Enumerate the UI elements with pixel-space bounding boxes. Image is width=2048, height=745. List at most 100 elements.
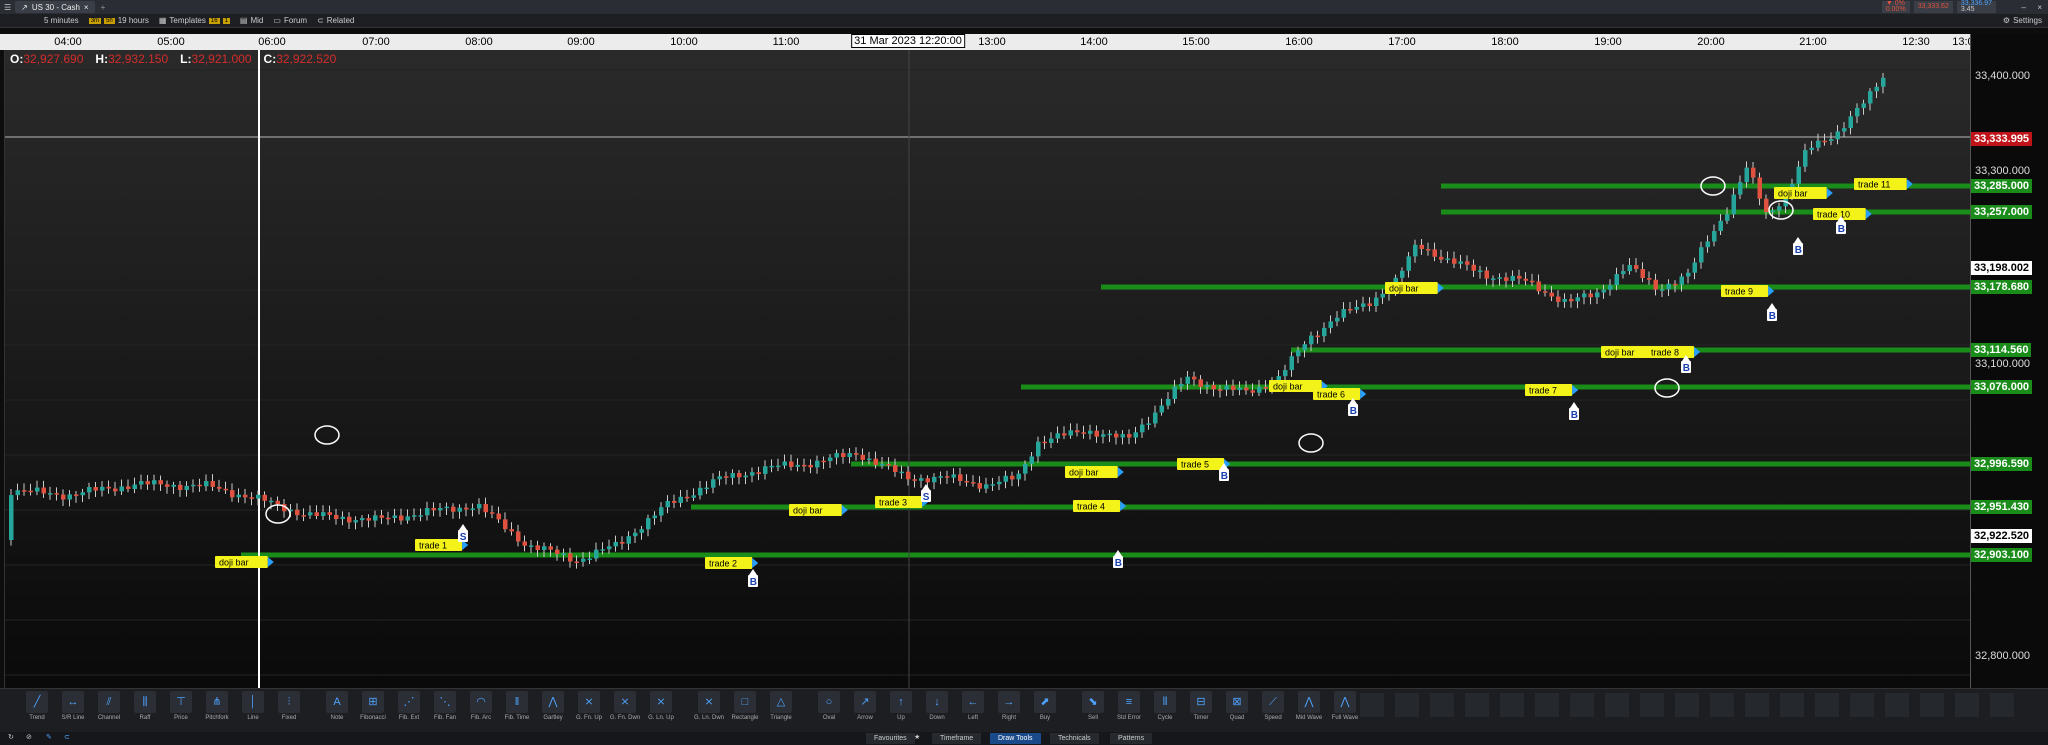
- draw-tool-speed[interactable]: ⟋ Speed: [1256, 691, 1290, 721]
- settings-button[interactable]: ⚙ Settings: [2003, 16, 2042, 25]
- candle: [1354, 306, 1359, 310]
- draw-tool-oval[interactable]: ○ Oval: [812, 691, 846, 721]
- add-tab-button[interactable]: +: [101, 3, 106, 12]
- draw-tool-left[interactable]: ← Left: [956, 691, 990, 721]
- empty-tool-slot[interactable]: [1465, 693, 1489, 717]
- close-icon[interactable]: ×: [84, 3, 89, 12]
- empty-tool-slot[interactable]: [1780, 693, 1804, 717]
- time-axis[interactable]: 31 Mar 2023 12:20:00 04:00 05:00 06:00 07:0…: [0, 34, 1980, 50]
- svg-text:B: B: [1350, 406, 1357, 417]
- draw-tool-s-r-line[interactable]: ↔ S/R Line: [56, 691, 90, 721]
- draw-tool-full-wave[interactable]: ⋀ Full Wave: [1328, 691, 1362, 721]
- draw-tool-fib-arc[interactable]: ◠ Fib. Arc: [464, 691, 498, 721]
- interval-select[interactable]: 5 minutes: [44, 16, 79, 25]
- link-icon[interactable]: ⊂: [64, 733, 70, 741]
- empty-tool-slot[interactable]: [1745, 693, 1769, 717]
- chart-tab-title: US 30 - Cash: [31, 2, 80, 12]
- minimize-icon[interactable]: –: [2022, 3, 2026, 12]
- empty-tool-slot[interactable]: [1360, 693, 1384, 717]
- empty-tool-slot[interactable]: [1885, 693, 1909, 717]
- price-chart[interactable]: doji bar doji bar doji bar doji bar doji bar…: [5, 50, 1971, 688]
- draw-tool-cycle[interactable]: ⫴ Cycle: [1148, 691, 1182, 721]
- empty-tool-slot[interactable]: [1605, 693, 1629, 717]
- empty-tool-slot[interactable]: [1815, 693, 1839, 717]
- empty-tool-slot[interactable]: [1850, 693, 1874, 717]
- draw-tool-fib-ext[interactable]: ⋰ Fib. Ext: [392, 691, 426, 721]
- draw-tool-raff[interactable]: ⫼ Raff: [128, 691, 162, 721]
- refresh-icon[interactable]: ↻: [8, 733, 14, 741]
- draw-tool-timer[interactable]: ⊟ Timer: [1184, 691, 1218, 721]
- ticker-bid[interactable]: 33,333.62: [1913, 1, 1953, 13]
- chart-area[interactable]: doji bar doji bar doji bar doji bar doji bar…: [4, 50, 1971, 688]
- candle: [568, 553, 573, 562]
- forum-button[interactable]: ▭ Forum: [273, 16, 307, 25]
- candle: [1322, 327, 1327, 337]
- draw-tool-quad[interactable]: ⊠ Quad: [1220, 691, 1254, 721]
- draw-tool-icon: ⫽: [98, 691, 120, 713]
- draw-tool-g-ln-up[interactable]: ⨯ G. Ln. Up: [644, 691, 678, 721]
- candle: [1400, 270, 1405, 278]
- empty-tool-slot[interactable]: [1920, 693, 1944, 717]
- period-select[interactable]: 3m 5h 19 hours: [88, 16, 149, 25]
- bottom-bar: ↻ ⊘ ✎ ⊂ Favourites ★ Timeframe Draw Tool…: [0, 732, 2048, 745]
- lock-icon[interactable]: ⊘: [26, 733, 32, 741]
- draw-tool-mid-wave[interactable]: ⋀ Mid Wave: [1292, 691, 1326, 721]
- draw-tool-sell[interactable]: ⬊ Sell: [1076, 691, 1110, 721]
- draw-tool-channel[interactable]: ⫽ Channel: [92, 691, 126, 721]
- draw-tool-gartley[interactable]: ⋀ Gartley: [536, 691, 570, 721]
- menu-icon[interactable]: ☰: [4, 3, 11, 12]
- empty-tool-slot[interactable]: [1675, 693, 1699, 717]
- draw-tool-fib-fan[interactable]: ⋱ Fib. Fan: [428, 691, 462, 721]
- close-window-icon[interactable]: ×: [2037, 3, 2042, 12]
- draw-tool-g-ln-dwn[interactable]: ⨯ G. Ln. Dwn: [692, 691, 726, 721]
- tab-favourites[interactable]: Favourites: [866, 733, 915, 744]
- draw-tool-g-fn-up[interactable]: ⨯ G. Fn. Up: [572, 691, 606, 721]
- draw-tool-label: Right: [1001, 715, 1016, 721]
- mid-button[interactable]: ▤ Mid: [240, 16, 263, 25]
- draw-tool-note[interactable]: A Note: [320, 691, 354, 721]
- empty-tool-slot[interactable]: [1500, 693, 1524, 717]
- price-scale[interactable]: 33,400.000 33,300.000 33,100.000 32,800.…: [1970, 34, 2048, 688]
- empty-tool-slot[interactable]: [1430, 693, 1454, 717]
- related-button[interactable]: ⊂ Related: [317, 16, 354, 25]
- star-icon[interactable]: ★: [914, 733, 920, 741]
- time-label: 19:00: [1594, 36, 1622, 48]
- draw-tool-label: Left: [967, 715, 978, 721]
- empty-tool-slot[interactable]: [1570, 693, 1594, 717]
- candle: [886, 464, 891, 466]
- tab-timeframe[interactable]: Timeframe: [932, 733, 982, 744]
- empty-tool-slot[interactable]: [1395, 693, 1419, 717]
- candle: [847, 453, 852, 457]
- tab-technicals[interactable]: Technicals: [1050, 733, 1099, 744]
- candle: [639, 529, 644, 533]
- draw-tool-fib-time[interactable]: ‖ Fib. Time: [500, 691, 534, 721]
- empty-tool-slot[interactable]: [1535, 693, 1559, 717]
- tab-patterns[interactable]: Patterns: [1110, 733, 1153, 744]
- draw-tool-arrow[interactable]: ↗ Arrow: [848, 691, 882, 721]
- templates-button[interactable]: ▦ Templates 16 1: [159, 16, 230, 25]
- draw-tool-g-fn-dwn[interactable]: ⨯ G. Fn. Dwn: [608, 691, 642, 721]
- draw-tool-down[interactable]: ↓ Down: [920, 691, 954, 721]
- draw-tool-fixed[interactable]: ⫶ Fixed: [272, 691, 306, 721]
- chart-tab[interactable]: ↗ US 30 - Cash ×: [15, 1, 95, 13]
- draw-tool-fibonacci[interactable]: ⊞ Fibonacci: [356, 691, 390, 721]
- draw-tool-line[interactable]: │ Line: [236, 691, 270, 721]
- empty-tool-slot[interactable]: [1710, 693, 1734, 717]
- draw-tool-trend[interactable]: ╱ Trend: [20, 691, 54, 721]
- empty-tool-slot[interactable]: [1955, 693, 1979, 717]
- pencil-icon[interactable]: ✎: [46, 733, 52, 741]
- empty-tool-slot[interactable]: [1990, 693, 2014, 717]
- draw-tool-pitchfork[interactable]: ⋔ Pitchfork: [200, 691, 234, 721]
- ticker-ask[interactable]: 33,336.97 3.45: [1956, 0, 1996, 13]
- draw-tool-buy[interactable]: ⬈ Buy: [1028, 691, 1062, 721]
- time-cursor-label: 31 Mar 2023 12:20:00: [851, 34, 965, 48]
- draw-tool-right[interactable]: → Right: [992, 691, 1026, 721]
- draw-tool-std-error[interactable]: ≡ Std Error: [1112, 691, 1146, 721]
- empty-tool-slot[interactable]: [1640, 693, 1664, 717]
- draw-tool-rectangle[interactable]: □ Rectangle: [728, 691, 762, 721]
- draw-tool-up[interactable]: ↑ Up: [884, 691, 918, 721]
- draw-tool-triangle[interactable]: △ Triangle: [764, 691, 798, 721]
- tab-draw-tools[interactable]: Draw Tools: [990, 733, 1041, 744]
- candle: [100, 486, 105, 491]
- draw-tool-price[interactable]: ⊤ Price: [164, 691, 198, 721]
